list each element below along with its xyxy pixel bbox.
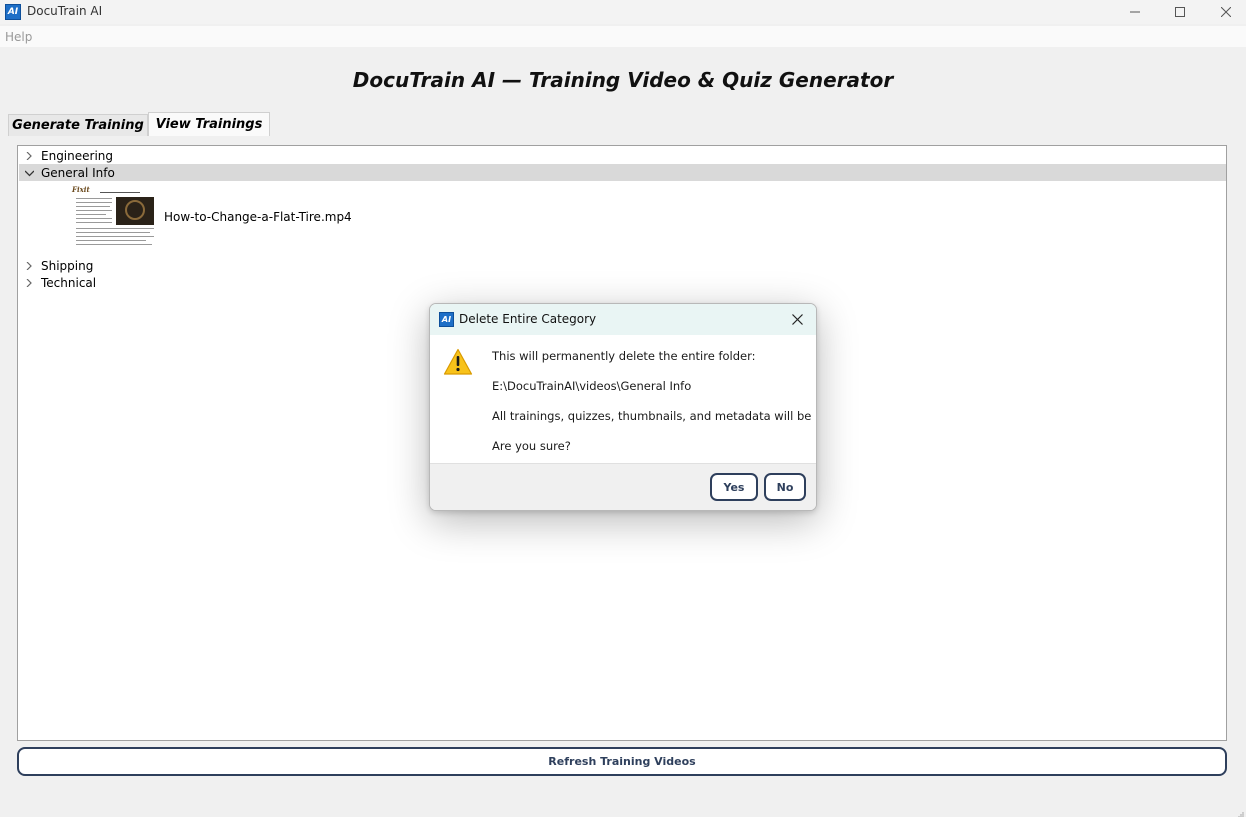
dialog-message-line: This will permanently delete the entire … <box>492 349 756 363</box>
dialog-folder-path: E:\DocuTrainAI\videos\General Info <box>492 379 692 393</box>
chevron-right-icon[interactable] <box>24 278 34 288</box>
tree-category-shipping[interactable]: Shipping <box>19 257 1226 274</box>
menu-bar: Help <box>0 26 1246 47</box>
chevron-down-icon[interactable] <box>24 168 34 178</box>
minimize-icon <box>1130 11 1140 13</box>
yes-button[interactable]: Yes <box>710 473 758 501</box>
dialog-message-line: All trainings, quizzes, thumbnails, and … <box>492 409 817 423</box>
tree-category-technical[interactable]: Technical <box>19 274 1226 291</box>
close-icon <box>1221 7 1231 17</box>
refresh-training-videos-button[interactable]: Refresh Training Videos <box>17 747 1227 776</box>
minimize-button[interactable] <box>1112 0 1158 24</box>
delete-category-dialog: AI Delete Entire Category This will perm… <box>429 303 817 511</box>
tab-generate-training[interactable]: Generate Training <box>8 114 148 136</box>
tree-category-label: Technical <box>41 275 97 290</box>
resize-grip-icon[interactable] <box>1236 807 1244 817</box>
maximize-button[interactable] <box>1157 0 1203 24</box>
tree-video-item[interactable]: Fixit How-to-Change-a-Flat-Tire.mp4 <box>70 184 370 250</box>
app-icon: AI <box>439 312 454 327</box>
window-title: DocuTrain AI <box>27 4 103 18</box>
chevron-right-icon[interactable] <box>24 151 34 161</box>
tree-category-label: Shipping <box>41 258 94 273</box>
close-icon <box>791 313 803 325</box>
app-icon: AI <box>5 4 21 20</box>
maximize-icon <box>1175 7 1185 17</box>
dialog-titlebar: AI Delete Entire Category <box>430 304 816 335</box>
tab-view-trainings[interactable]: View Trainings <box>148 112 270 136</box>
menu-help[interactable]: Help <box>5 30 32 44</box>
tree-category-label: Engineering <box>41 148 113 163</box>
video-filename: How-to-Change-a-Flat-Tire.mp4 <box>164 210 352 224</box>
dialog-footer: Yes No <box>430 463 816 510</box>
dialog-body: This will permanently delete the entire … <box>430 335 816 463</box>
page-title: DocuTrain AI — Training Video & Quiz Gen… <box>352 68 894 92</box>
dialog-close-button[interactable] <box>788 310 806 328</box>
tree-category-engineering[interactable]: Engineering <box>19 147 1226 164</box>
warning-icon <box>443 348 473 379</box>
close-window-button[interactable] <box>1203 0 1246 24</box>
dialog-title: Delete Entire Category <box>459 312 597 326</box>
no-button[interactable]: No <box>764 473 806 501</box>
tree-category-general-info[interactable]: General Info <box>19 164 1226 181</box>
chevron-right-icon[interactable] <box>24 261 34 271</box>
video-thumbnail: Fixit <box>70 184 156 250</box>
dialog-question: Are you sure? <box>492 439 571 453</box>
tree-category-label: General Info <box>41 165 115 180</box>
window-titlebar: AI DocuTrain AI <box>0 0 1246 24</box>
